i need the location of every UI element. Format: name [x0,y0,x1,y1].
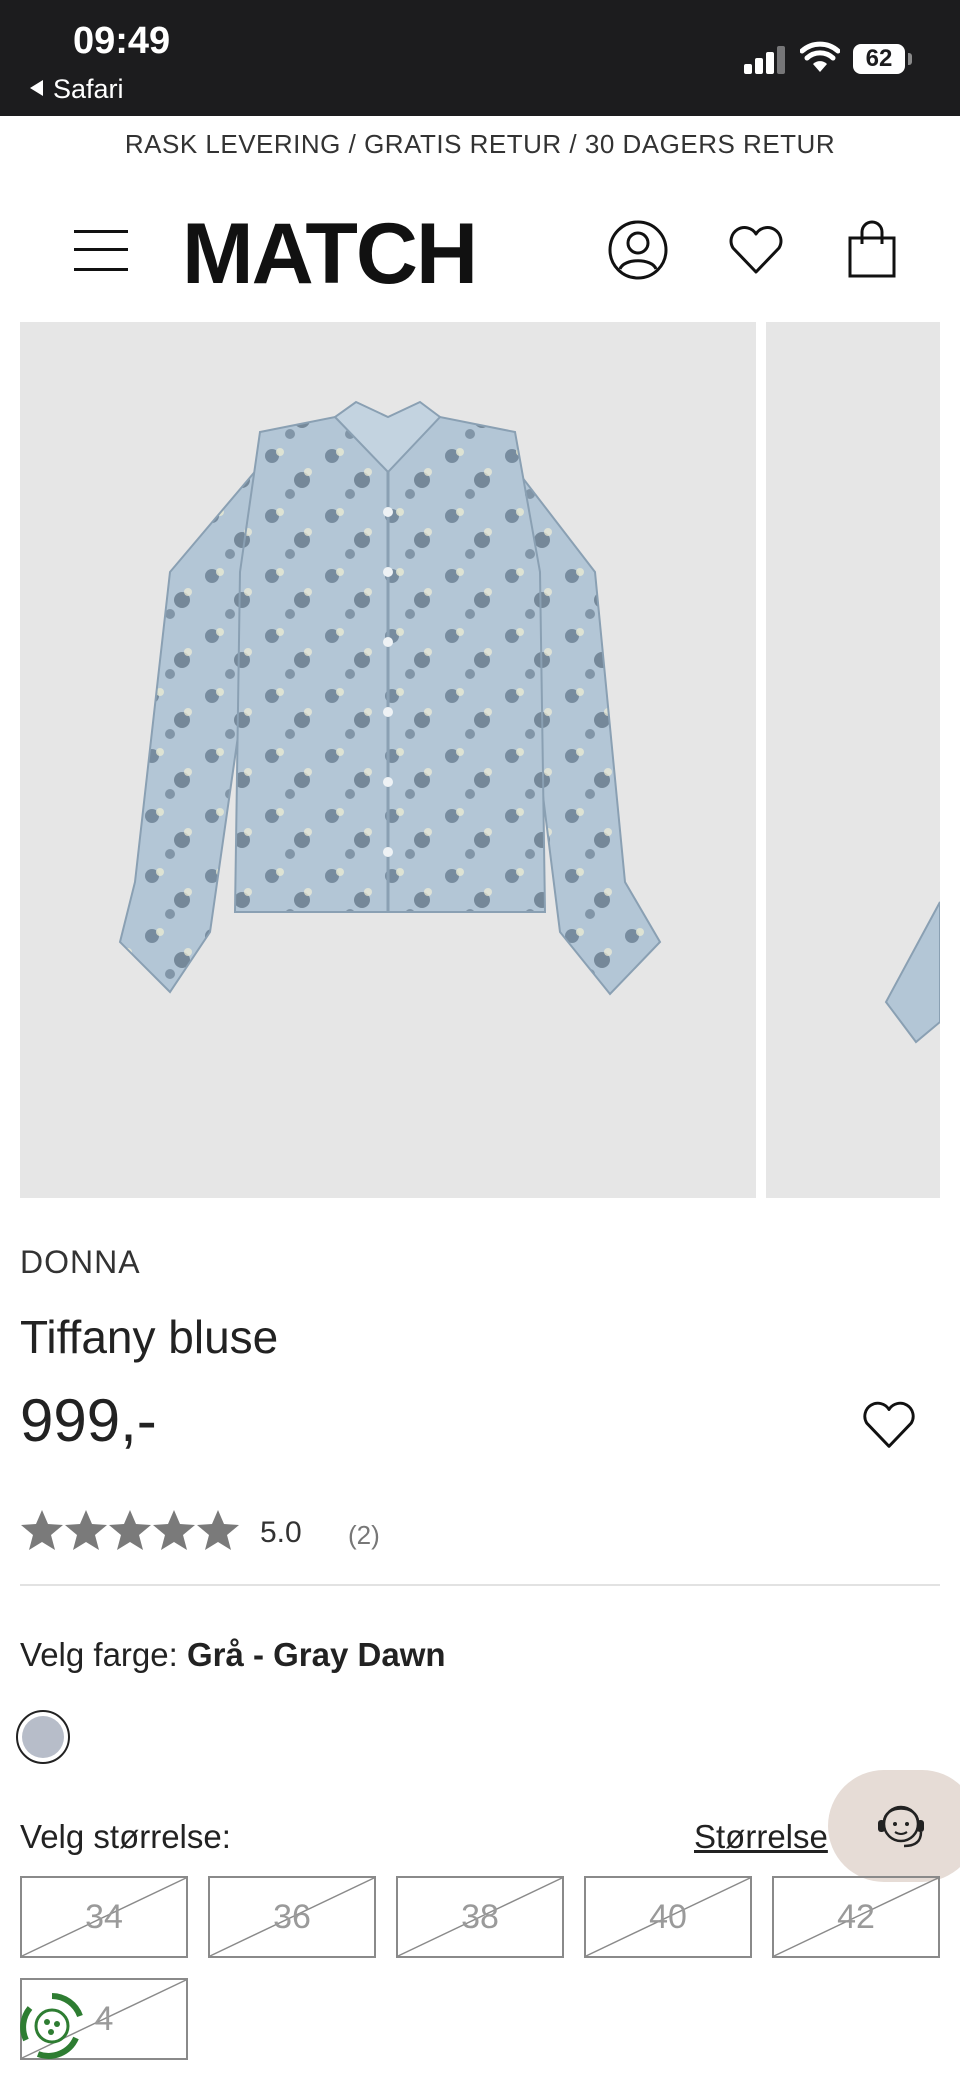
product-brand[interactable]: DONNA [20,1244,141,1281]
product-rating[interactable]: 5.0 (2) [20,1508,380,1558]
divider [20,1584,940,1586]
size-label: Velg størrelse: [20,1818,231,1855]
support-agent-icon [878,1805,924,1848]
product-title: Tiffany bluse [20,1311,279,1363]
battery-tip [908,53,912,65]
site-logo[interactable]: MATCH [182,211,522,297]
rating-score: 5.0 [260,1516,302,1549]
product-price: 999,- [20,1387,157,1454]
wishlist-icon[interactable] [724,218,788,282]
menu-icon[interactable] [74,228,128,272]
color-swatch-gray-dawn[interactable] [16,1710,70,1764]
back-to-safari[interactable]: Safari [30,74,124,105]
selected-color: Grå - Gray Dawn [186,1636,446,1673]
back-arrow-icon [30,80,43,96]
customer-service-chat-button[interactable] [828,1770,960,1882]
status-bar: 09:49 Safari 62 [0,0,960,116]
size-guide-link[interactable]: Størrelse [694,1818,828,1856]
account-icon[interactable] [606,218,670,282]
sustainability-recycle-icon[interactable] [16,1990,88,2062]
promo-banner: RASK LEVERING / GRATIS RETUR / 30 DAGERS… [124,129,836,159]
wifi-icon [800,41,840,72]
blouse-illustration [118,400,662,996]
signal-icon [744,44,788,74]
color-label: Velg farge: Grå - Gray Dawn [20,1636,446,1673]
battery-indicator: 62 [853,44,905,74]
rating-stars-icon [21,1510,239,1550]
product-image[interactable] [20,322,756,1198]
size-option-42[interactable]: 42 [772,1876,940,1958]
product-image-next[interactable] [766,322,940,1198]
status-time: 09:49 [73,20,171,62]
size-option-36[interactable]: 36 [208,1876,376,1958]
add-to-wishlist-icon[interactable] [858,1394,920,1456]
site-header: MATCH [0,180,960,320]
rating-count: (2) [348,1520,380,1550]
cart-icon[interactable] [840,218,904,282]
size-option-38[interactable]: 38 [396,1876,564,1958]
size-option-40[interactable]: 40 [584,1876,752,1958]
product-image-gallery[interactable] [0,322,960,1198]
size-option-34[interactable]: 34 [20,1876,188,1958]
